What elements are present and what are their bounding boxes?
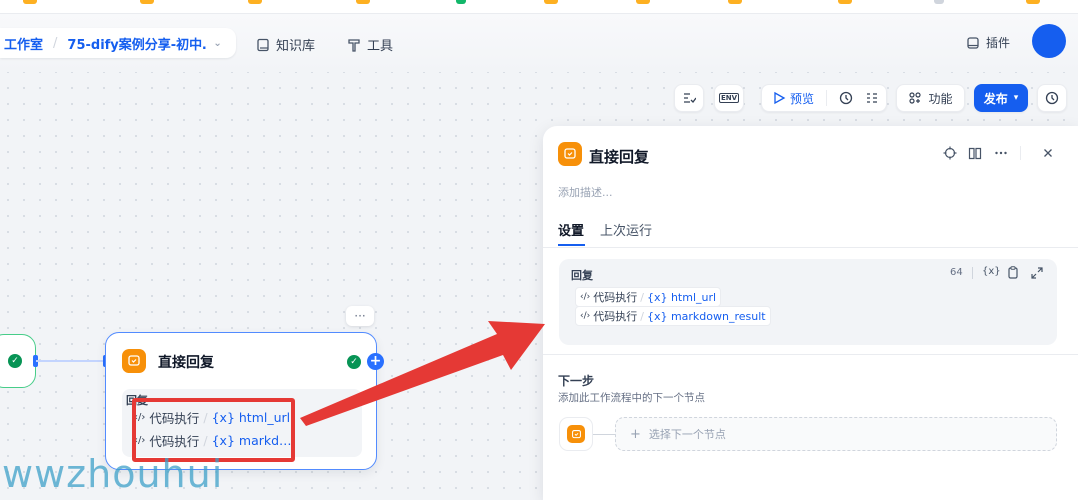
close-icon[interactable] xyxy=(1041,146,1055,160)
env-icon: ENV xyxy=(718,93,740,103)
code-icon: ‹/› xyxy=(580,292,591,302)
tab-last-run[interactable]: 上次运行 xyxy=(600,220,652,239)
locate-icon[interactable] xyxy=(943,146,957,160)
breadcrumb: 工作室 / 75-dify案例分享-初中… ⌄ xyxy=(0,28,236,58)
bookmark-icon[interactable] xyxy=(140,0,154,4)
next-step-title: 下一步 xyxy=(558,374,595,388)
preview-button[interactable]: 预览 xyxy=(772,90,814,107)
env-button[interactable]: ENV xyxy=(714,84,744,112)
section-divider xyxy=(543,354,1078,355)
current-node-chip xyxy=(559,417,593,451)
workflow-edge[interactable] xyxy=(36,360,106,362)
bookmark-icon[interactable] xyxy=(728,0,742,4)
select-next-node-button[interactable]: + 选择下一个节点 xyxy=(615,417,1057,451)
next-step-description: 添加此工作流程中的下一个节点 xyxy=(558,392,705,404)
chevron-down-icon: ▾ xyxy=(1013,93,1019,103)
publish-label: 发布 xyxy=(983,91,1008,106)
nav-tools[interactable]: 工具 xyxy=(347,35,393,54)
insert-variable-icon[interactable]: {x} xyxy=(982,266,1001,277)
book-icon xyxy=(257,38,269,51)
var-chip[interactable]: ‹/› 代码执行 / {x} html_url xyxy=(575,287,722,307)
history-icon xyxy=(1045,91,1059,105)
bookmark-icon[interactable] xyxy=(356,0,370,4)
node-title: 直接回复 xyxy=(158,355,214,371)
breadcrumb-separator: / xyxy=(53,35,58,51)
avatar[interactable] xyxy=(1032,24,1066,58)
node-more-button[interactable]: ··· xyxy=(346,306,374,326)
nav-knowledge-label: 知识库 xyxy=(276,39,316,54)
var-name: {x} markdown_result xyxy=(646,309,766,323)
reply-node-icon xyxy=(567,425,585,443)
bookmark-icon[interactable] xyxy=(934,0,944,4)
breadcrumb-app-name[interactable]: 75-dify案例分享-初中… xyxy=(67,34,207,53)
reply-editor[interactable]: 回复 64 {x} ‹/› 代码执行 / {x} html_url ‹/› 代码… xyxy=(559,259,1057,345)
reply-var-row: ‹/› 代码执行 / {x} markdown_result xyxy=(575,306,771,326)
version-history-button[interactable] xyxy=(1037,84,1067,112)
var-source: 代码执行 xyxy=(593,291,638,304)
nav-knowledge[interactable]: 知识库 xyxy=(256,35,315,54)
history-run-icon[interactable] xyxy=(839,91,853,105)
var-chip[interactable]: ‹/› 代码执行 / {x} markdown_result xyxy=(575,306,771,326)
previous-node[interactable]: ✓ xyxy=(0,334,36,388)
tab-settings[interactable]: 设置 xyxy=(558,220,584,239)
checklist-icon xyxy=(684,93,696,103)
publish-button[interactable]: 发布 ▾ xyxy=(974,84,1028,112)
hammer-icon xyxy=(348,38,360,52)
plugins-label: 插件 xyxy=(986,36,1011,50)
features-icon xyxy=(909,92,922,104)
bookmark-icon[interactable] xyxy=(23,0,37,4)
bookmark-icon[interactable] xyxy=(1026,0,1040,4)
reply-field-label: 回复 xyxy=(571,269,593,282)
success-check-icon: ✓ xyxy=(347,355,361,369)
plus-icon: + xyxy=(630,426,641,442)
var-source: 代码执行 xyxy=(593,310,638,323)
breadcrumb-studio[interactable]: 工作室 xyxy=(4,34,43,53)
code-icon: ‹/› xyxy=(580,311,591,321)
expand-icon[interactable] xyxy=(1031,267,1043,279)
nav-tools-label: 工具 xyxy=(367,39,394,54)
plugin-icon xyxy=(967,36,979,49)
chevron-down-icon[interactable]: ⌄ xyxy=(213,38,221,49)
select-next-label: 选择下一个节点 xyxy=(648,428,726,441)
active-tab-indicator xyxy=(558,244,585,246)
docs-book-icon[interactable] xyxy=(968,146,982,160)
bookmark-icon[interactable] xyxy=(838,0,852,4)
preview-group: 预览 xyxy=(761,84,887,112)
tab-divider xyxy=(543,247,1078,248)
preview-label: 预览 xyxy=(790,91,815,106)
success-check-icon: ✓ xyxy=(8,354,22,368)
reply-node-icon xyxy=(558,142,582,166)
bookmark-icon[interactable] xyxy=(248,0,262,4)
add-next-node-icon[interactable]: + xyxy=(367,353,384,370)
plugins-button[interactable]: 插件 xyxy=(966,34,1010,51)
reply-var-row: ‹/› 代码执行 / {x} html_url xyxy=(575,287,722,307)
description-input[interactable]: 添加描述... xyxy=(558,184,613,200)
more-icon[interactable] xyxy=(994,146,1008,160)
features-label: 功能 xyxy=(928,91,953,106)
checklist-button[interactable] xyxy=(674,84,704,112)
features-button[interactable]: 功能 xyxy=(896,84,965,112)
node-config-panel: 直接回复 添加描述... 设置 上次运行 回复 64 {x} ‹/› 代码执行 … xyxy=(543,126,1078,500)
bookmark-icon[interactable] xyxy=(636,0,650,4)
var-name: {x} html_url xyxy=(646,290,717,304)
reply-node-icon xyxy=(122,349,146,373)
checklist-icon[interactable] xyxy=(865,91,879,105)
bookmark-icon[interactable] xyxy=(456,0,466,4)
next-step-connector xyxy=(593,434,615,435)
play-icon xyxy=(774,91,786,105)
char-count: 64 xyxy=(950,267,963,278)
bookmark-icon[interactable] xyxy=(544,0,558,4)
browser-bookmark-strip xyxy=(0,0,1078,14)
watermark-text: wwzhouhui xyxy=(2,452,224,496)
copy-icon[interactable] xyxy=(1007,266,1019,279)
panel-title[interactable]: 直接回复 xyxy=(589,146,649,167)
